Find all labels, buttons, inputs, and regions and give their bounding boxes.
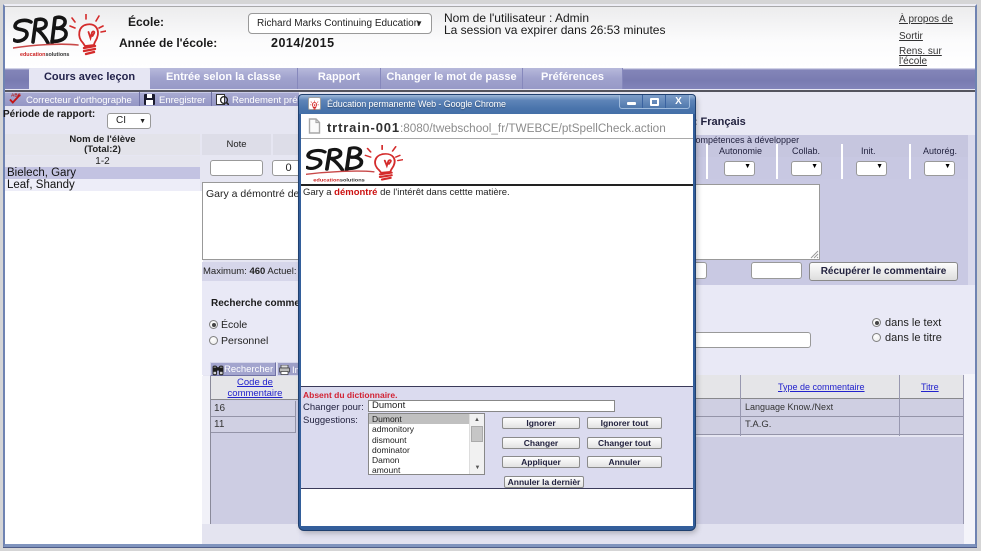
svg-text:educationsolutions: educationsolutions bbox=[20, 52, 69, 58]
svg-text:educationsolutions: educationsolutions bbox=[313, 178, 365, 183]
